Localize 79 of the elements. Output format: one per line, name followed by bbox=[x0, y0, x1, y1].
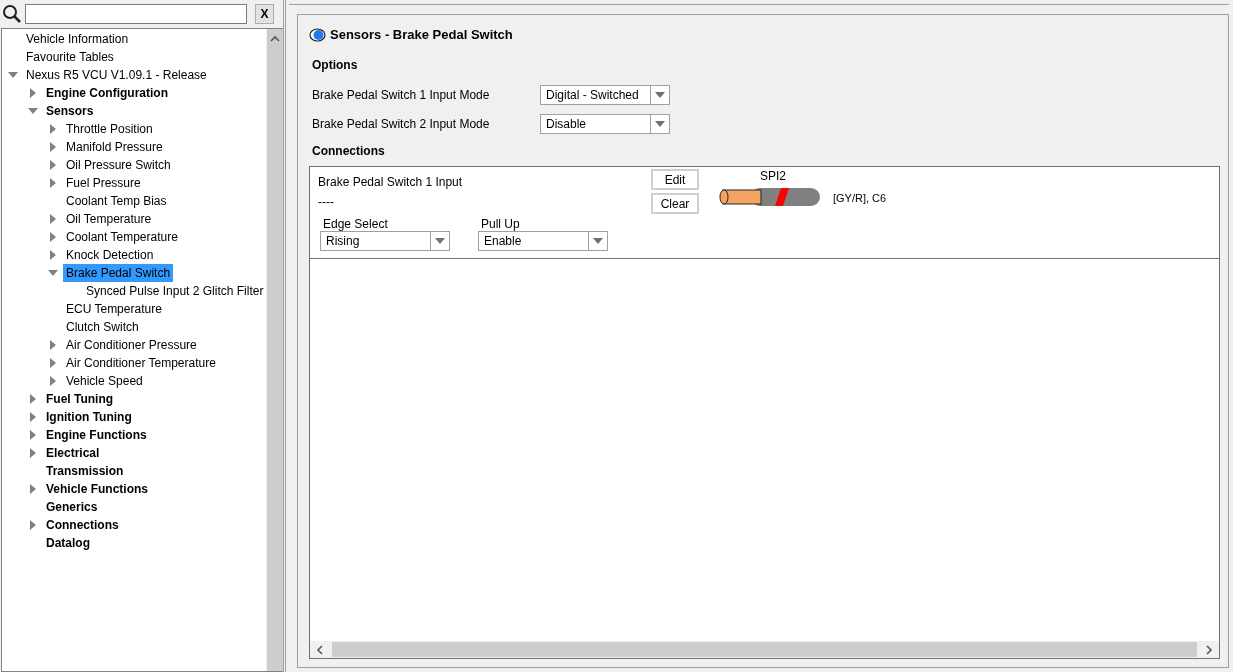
tree-item[interactable]: Datalog bbox=[43, 534, 93, 552]
tree-item[interactable]: Engine Configuration bbox=[43, 84, 171, 102]
caret-icon[interactable] bbox=[48, 160, 58, 170]
page-title: Sensors - Brake Pedal Switch bbox=[330, 27, 513, 42]
option-label: Brake Pedal Switch 1 Input Mode bbox=[312, 87, 491, 102]
tree-item[interactable]: Manifold Pressure bbox=[63, 138, 166, 156]
caret-icon[interactable] bbox=[28, 448, 38, 458]
caret-icon[interactable] bbox=[28, 106, 38, 116]
caret-icon[interactable] bbox=[48, 214, 58, 224]
caret-icon[interactable] bbox=[48, 340, 58, 350]
tree-item[interactable]: Coolant Temp Bias bbox=[63, 192, 170, 210]
field-label: Edge Select bbox=[322, 217, 389, 231]
caret-icon[interactable] bbox=[28, 412, 38, 422]
section-heading: Connections bbox=[312, 144, 386, 158]
tree-item[interactable]: Engine Functions bbox=[43, 426, 150, 444]
tree-item[interactable]: Oil Temperature bbox=[63, 210, 155, 228]
section-heading: Options bbox=[312, 58, 359, 72]
wire-info: [GY/R], C6 bbox=[833, 192, 887, 204]
tree-item[interactable]: Nexus R5 VCU V1.09.1 - Release bbox=[23, 66, 210, 84]
dropdown-caret-icon bbox=[655, 120, 665, 127]
tree-item[interactable]: Air Conditioner Temperature bbox=[63, 354, 219, 372]
tree-item[interactable]: Fuel Tuning bbox=[43, 390, 117, 408]
caret-icon[interactable] bbox=[28, 430, 38, 440]
search-field[interactable] bbox=[25, 4, 247, 24]
tree-item[interactable]: Transmission bbox=[43, 462, 127, 480]
tree-item[interactable]: Clutch Switch bbox=[63, 318, 142, 336]
dropdown[interactable]: Rising bbox=[320, 231, 450, 251]
caret-icon[interactable] bbox=[48, 232, 58, 242]
caret-icon[interactable] bbox=[48, 358, 58, 368]
caret-icon[interactable] bbox=[28, 520, 38, 530]
caret-icon[interactable] bbox=[48, 142, 58, 152]
horizontal-scrollbar[interactable] bbox=[310, 641, 1219, 658]
caret-icon[interactable] bbox=[28, 394, 38, 404]
tree-item[interactable]: Coolant Temperature bbox=[63, 228, 181, 246]
tree-item[interactable]: Electrical bbox=[43, 444, 103, 462]
tree-item[interactable]: Vehicle Speed bbox=[63, 372, 146, 390]
caret-icon[interactable] bbox=[28, 88, 38, 98]
dropdown-caret-icon bbox=[593, 238, 603, 244]
caret-icon[interactable] bbox=[48, 250, 58, 260]
tree-item[interactable]: ECU Temperature bbox=[63, 300, 165, 318]
vertical-scrollbar[interactable] bbox=[266, 29, 283, 671]
status-toggle-icon bbox=[309, 27, 326, 42]
scroll-right-icon[interactable] bbox=[1205, 644, 1213, 655]
tree-item[interactable]: Vehicle Information bbox=[23, 30, 132, 48]
dropdown[interactable]: Digital - Switched bbox=[540, 84, 670, 105]
tree-item[interactable]: Fuel Pressure bbox=[63, 174, 144, 192]
caret-icon[interactable] bbox=[48, 124, 58, 134]
tree-item[interactable]: Ignition Tuning bbox=[43, 408, 135, 426]
tree-item[interactable]: Oil Pressure Switch bbox=[63, 156, 174, 174]
caret-icon[interactable] bbox=[48, 376, 58, 386]
dropdown-caret-icon bbox=[435, 238, 445, 244]
tree-item[interactable]: Generics bbox=[43, 498, 101, 516]
tree-item[interactable]: Brake Pedal Switch bbox=[63, 264, 174, 282]
scroll-up-icon[interactable] bbox=[270, 35, 281, 43]
field-label: Pull Up bbox=[480, 217, 521, 231]
caret-icon[interactable] bbox=[48, 178, 58, 188]
pin-value: ---- bbox=[318, 195, 335, 209]
tree-item[interactable]: Connections bbox=[43, 516, 122, 534]
tree-item[interactable]: Sensors bbox=[43, 102, 97, 120]
tree-item[interactable]: Vehicle Functions bbox=[43, 480, 152, 498]
connection-name: Brake Pedal Switch 1 Input bbox=[318, 175, 464, 189]
scroll-left-icon[interactable] bbox=[316, 644, 324, 655]
edit-button[interactable]: Edit bbox=[651, 169, 699, 190]
dropdown[interactable]: Enable bbox=[478, 231, 608, 251]
tree-item[interactable]: Favourite Tables bbox=[23, 48, 117, 66]
wire-label: SPI2 bbox=[760, 169, 786, 183]
dropdown-caret-icon bbox=[655, 91, 665, 98]
tree-item[interactable]: Synced Pulse Input 2 Glitch Filter bbox=[83, 282, 267, 300]
tree-item[interactable]: Throttle Position bbox=[63, 120, 156, 138]
search-icon bbox=[2, 4, 22, 24]
caret-icon[interactable] bbox=[8, 70, 18, 80]
tree-item[interactable]: Air Conditioner Pressure bbox=[63, 336, 200, 354]
caret-icon[interactable] bbox=[28, 484, 38, 494]
option-label: Brake Pedal Switch 2 Input Mode bbox=[312, 116, 491, 131]
clear-search-button[interactable]: X bbox=[255, 4, 274, 24]
tree-item[interactable]: Knock Detection bbox=[63, 246, 157, 264]
clear-button[interactable]: Clear bbox=[651, 193, 699, 214]
caret-icon[interactable] bbox=[48, 268, 58, 278]
dropdown[interactable]: Disable bbox=[540, 113, 670, 134]
